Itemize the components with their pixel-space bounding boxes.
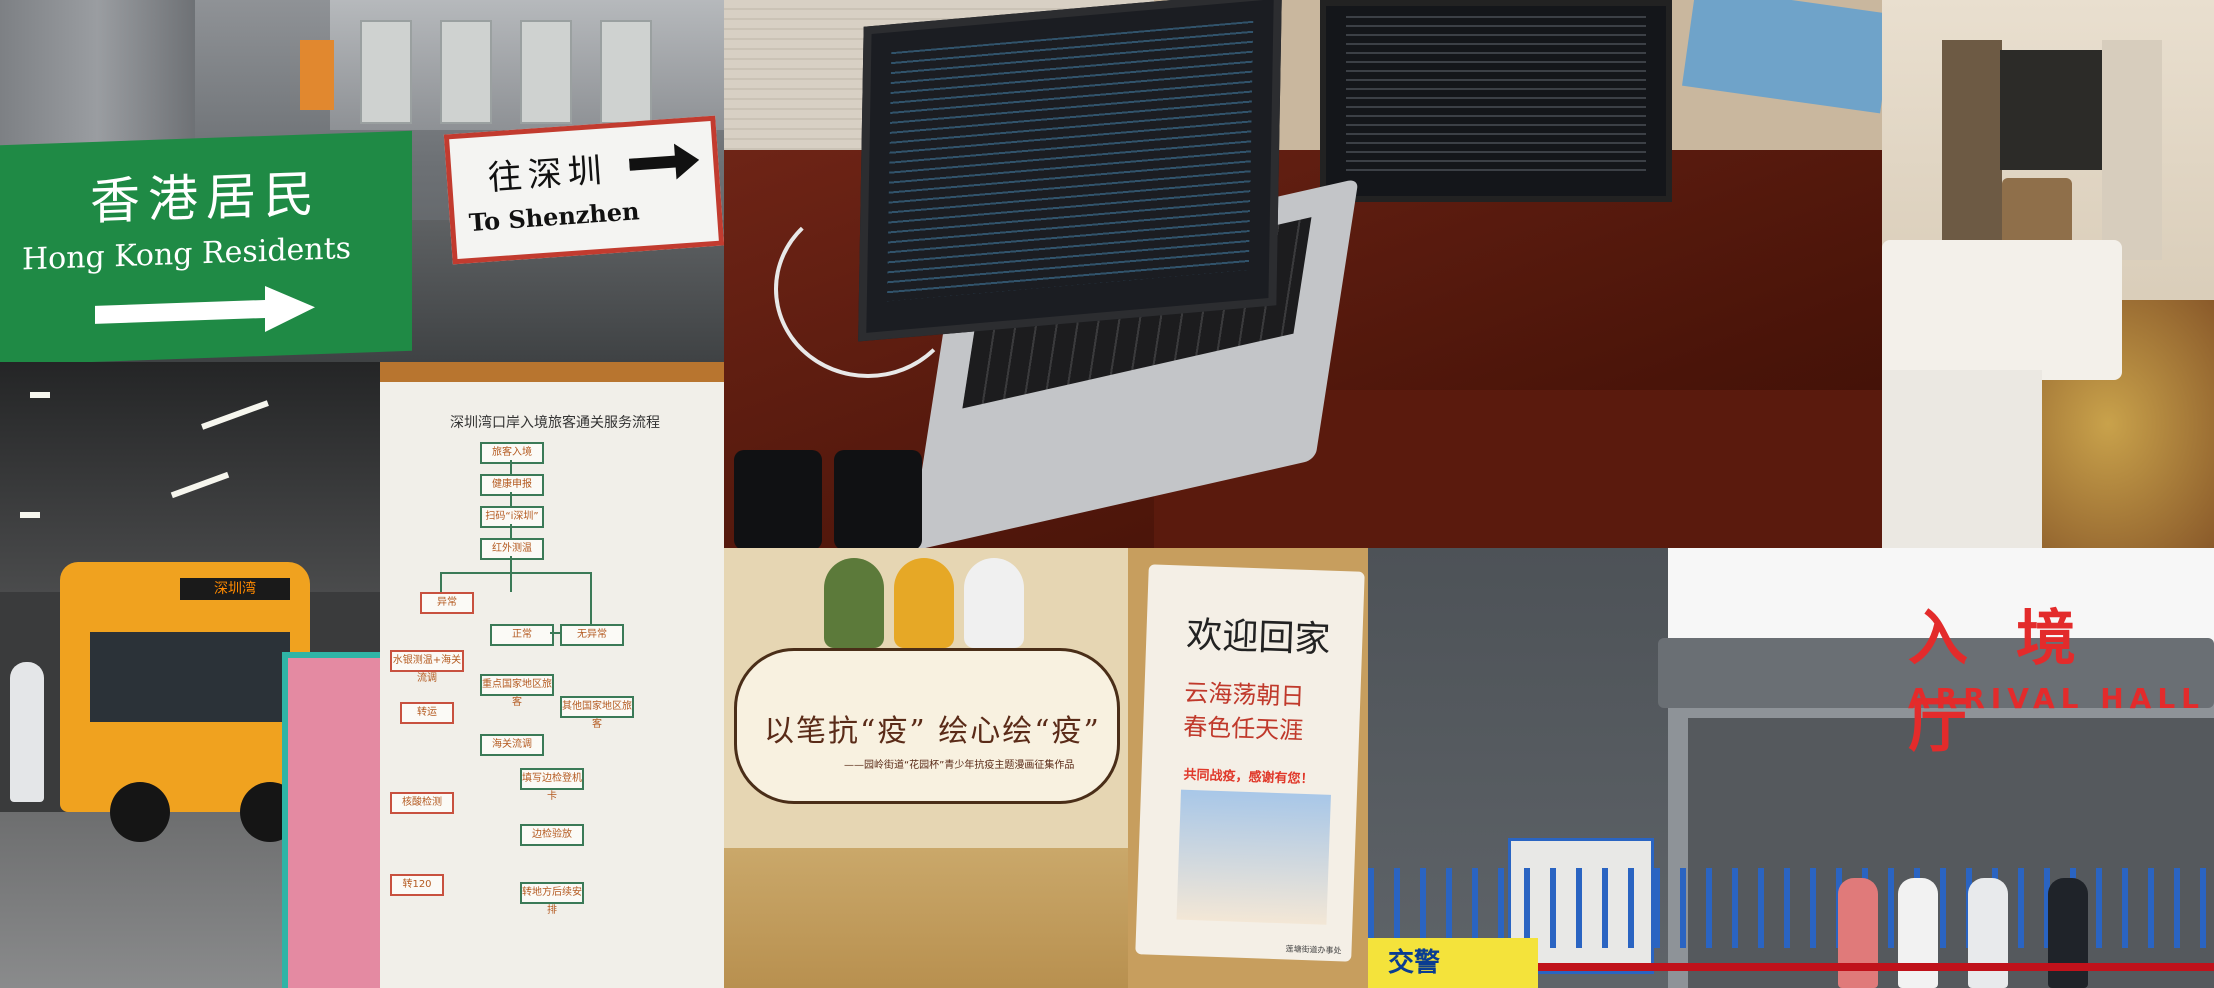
poster-title: 深圳湾口岸入境旅客通关服务流程	[450, 415, 660, 431]
terminal-wall	[330, 0, 724, 130]
arrival-hall-english-sign: ARRIVAL HALL	[1908, 682, 2206, 715]
laptop-screen	[858, 0, 1282, 342]
ceiling-light	[201, 400, 269, 430]
poster-frame-top	[380, 362, 724, 382]
flowchart-step: 转地方后续安排	[520, 882, 584, 916]
cartoon-figure	[964, 558, 1024, 648]
orange-bus: 深圳湾	[60, 562, 310, 812]
door-panel	[360, 20, 412, 124]
arrow-right-icon	[95, 285, 315, 332]
ceiling-light	[20, 512, 40, 518]
flowchart-step: 边检验放	[520, 824, 584, 846]
airport-bus-photo: 深圳湾	[0, 362, 380, 988]
music-list	[1346, 16, 1646, 176]
welcome-headline: 欢迎回家	[1185, 614, 1332, 661]
bus-destination-sign: 深圳湾	[180, 578, 290, 600]
card-footer: 莲塘街道办事处	[1285, 944, 1342, 956]
hk-residents-banner: 香港居民 Hong Kong Residents	[0, 130, 412, 362]
flowchart-step: 海关流调	[480, 734, 544, 756]
sign-chinese-text: 往深圳	[486, 150, 610, 199]
code-editor	[886, 20, 1254, 302]
flowchart-step: 水银测温+海关流调	[390, 650, 464, 684]
bed	[1882, 370, 2042, 548]
flowchart-step: 扫码“i深圳”	[480, 506, 544, 528]
hotel-room-photo	[1882, 0, 2214, 548]
orange-direction-sign	[300, 40, 334, 110]
welcome-card: 欢迎回家 云海荡朝日 春色任天涯 共同战疫，感谢有您！ 莲塘街道办事处	[1135, 564, 1365, 962]
flowchart-step: 转120	[390, 874, 444, 896]
phone	[734, 450, 822, 548]
banner-english-text: Hong Kong Residents	[22, 230, 352, 278]
curtain	[2102, 40, 2162, 260]
flowchart-connector	[440, 572, 590, 574]
illustration	[1176, 789, 1331, 925]
window	[2000, 50, 2104, 170]
flowchart-step: 核酸检测	[390, 792, 454, 814]
person	[2048, 878, 2088, 988]
welcome-card-photo: 欢迎回家 云海荡朝日 春色任天涯 共同战疫，感谢有您！ 莲塘街道办事处	[1128, 548, 1368, 988]
phone	[834, 450, 922, 548]
flowchart-step: 其他国家地区旅客	[560, 696, 634, 730]
door-panel	[600, 20, 652, 124]
arrival-hall-chinese-sign: 入境厅	[1908, 604, 2124, 761]
flowchart-step: 重点国家地区旅客	[480, 674, 554, 708]
cartoon-figure	[824, 558, 884, 648]
to-shenzhen-sign: 往深圳 To Shenzhen	[443, 115, 724, 265]
flowchart-step: 异常	[420, 592, 474, 614]
flowchart-connector	[510, 556, 512, 592]
flowchart-step: 正常	[490, 624, 554, 646]
flowchart-connector	[510, 524, 512, 538]
hk-signage-photo: 香港居民 Hong Kong Residents 往深圳 To Shenzhen	[0, 0, 724, 362]
arrival-hall-photo: 入境厅 ARRIVAL HALL 交警	[1368, 548, 2214, 988]
sign-english-text: To Shenzhen	[467, 196, 641, 238]
laptop-desk-photo	[724, 0, 1882, 548]
comic-slogan: 以笔抗“疫” 绘心绘“疫”	[764, 714, 1101, 749]
ceiling-light	[30, 392, 50, 398]
flowchart-step: 红外测温	[480, 538, 544, 560]
protective-suit-worker	[10, 662, 44, 802]
flowchart-connector	[590, 572, 592, 624]
flowchart-connector	[510, 460, 512, 474]
comic-card-photo: 以笔抗“疫” 绘心绘“疫” ——园岭街道“花园杯”青少年抗疫主题漫画征集作品	[724, 548, 1128, 988]
banner-chinese-text: 香港居民	[90, 164, 322, 232]
flowchart-step: 健康申报	[480, 474, 544, 496]
flowchart-connector	[510, 492, 512, 506]
person	[1838, 878, 1878, 988]
concrete-pillar	[0, 0, 195, 150]
poem-line: 云海荡朝日 春色任天涯	[1183, 676, 1305, 748]
door-panel	[440, 20, 492, 124]
ceiling	[0, 362, 380, 592]
bus-wheel	[110, 782, 170, 842]
flowchart-step: 转运	[400, 702, 454, 724]
poem-line-1: 云海荡朝日	[1183, 678, 1305, 711]
comic-subtitle: ——园岭街道“花园杯”青少年抗疫主题漫画征集作品	[844, 760, 1075, 771]
arrow-right-icon	[628, 143, 700, 180]
flowchart-step: 旅客入境	[480, 442, 544, 464]
traffic-police-tent: 交警	[1368, 938, 1538, 988]
carpet	[724, 848, 1128, 988]
flowchart-step: 填写边检登机卡	[520, 768, 584, 802]
flowchart-connector	[440, 572, 442, 592]
person	[1898, 878, 1938, 988]
card-slogan: 共同战疫，感谢有您！	[1183, 767, 1314, 788]
flowchart-poster-photo: 深圳湾口岸入境旅客通关服务流程 旅客入境健康申报扫码“i深圳” 红外测温异常 正常无…	[380, 362, 724, 988]
comic-card: 以笔抗“疫” 绘心绘“疫” ——园岭街道“花园杯”青少年抗疫主题漫画征集作品	[724, 548, 1128, 848]
curtain	[1942, 40, 2002, 260]
flowchart-step: 无异常	[560, 624, 624, 646]
bed	[1882, 240, 2122, 380]
cartoon-figure	[894, 558, 954, 648]
pink-welcome-board	[282, 652, 380, 988]
flowchart-connector	[550, 632, 560, 634]
protective-suit-worker	[1968, 878, 2008, 988]
blue-package	[1682, 0, 1882, 114]
armchair	[2002, 178, 2072, 248]
portable-monitor	[1320, 0, 1672, 202]
bus-windshield	[90, 632, 290, 722]
door-panel	[520, 20, 572, 124]
ceiling-light	[170, 471, 230, 499]
poem-line-2: 春色任天涯	[1182, 712, 1304, 745]
